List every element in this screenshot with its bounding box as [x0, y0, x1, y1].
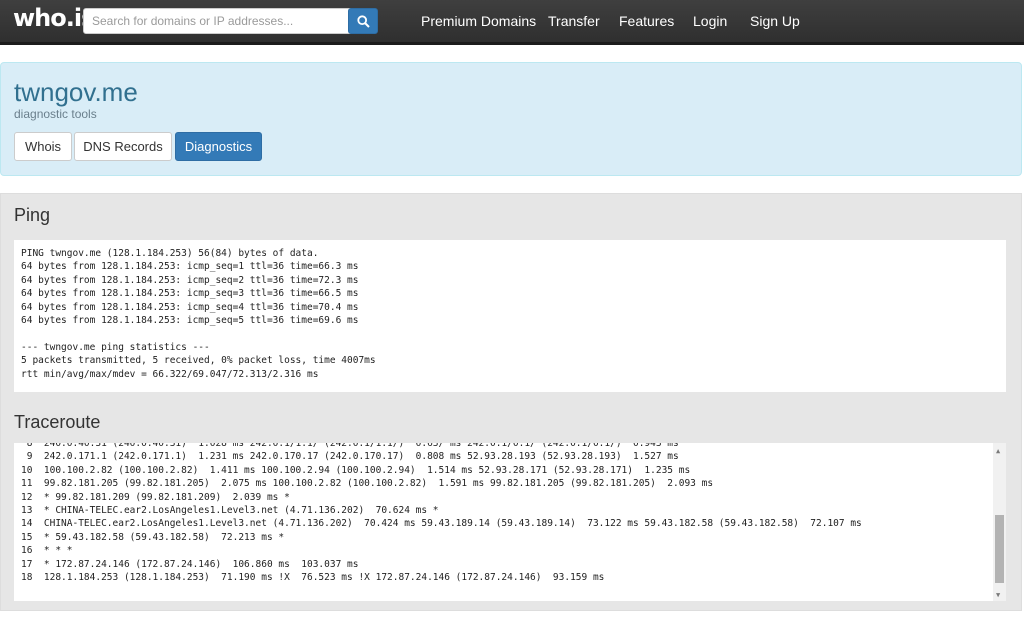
scroll-up-arrow-icon[interactable]: ▲	[996, 445, 1000, 458]
traceroute-output-line: 8 240.0.40.31 (240.0.40.31) 1.028 ms 242…	[21, 443, 679, 449]
traceroute-output-line: 11 99.82.181.205 (99.82.181.205) 2.075 m…	[21, 478, 714, 490]
traceroute-scrollbar[interactable]: ▲ ▼	[993, 443, 1006, 601]
ping-output-line: 64 bytes from 128.1.184.253: icmp_seq=3 …	[21, 288, 359, 300]
traceroute-heading: Traceroute	[14, 412, 101, 432]
nav-premium-domains[interactable]: Premium Domains	[421, 13, 536, 29]
nav-sign-up[interactable]: Sign Up	[750, 13, 800, 29]
scrollbar-thumb[interactable]	[995, 515, 1004, 583]
traceroute-output-lines: 8 240.0.40.31 (240.0.40.31) 1.028 ms 242…	[21, 443, 862, 584]
ping-output-line: 64 bytes from 128.1.184.253: icmp_seq=5 …	[21, 314, 359, 326]
traceroute-output-line: 14 CHINA-TELEC.ear2.LosAngeles1.Level3.n…	[21, 518, 862, 530]
traceroute-output-line: 13 * CHINA-TELEC.ear2.LosAngeles1.Level3…	[21, 504, 439, 516]
scroll-down-arrow-icon[interactable]: ▼	[996, 589, 1000, 601]
ping-output-line	[21, 327, 376, 340]
search-button[interactable]	[348, 8, 378, 34]
ping-heading: Ping	[14, 205, 51, 225]
nav-features[interactable]: Features	[619, 13, 674, 29]
diagnostics-results-panel: Ping PING twngov.me (128.1.184.253) 56(8…	[0, 193, 1022, 611]
ping-output-line: 64 bytes from 128.1.184.253: icmp_seq=2 …	[21, 274, 359, 286]
ping-output-line: 64 bytes from 128.1.184.253: icmp_seq=4 …	[21, 301, 359, 313]
domain-header-panel: twngov.me diagnostic tools Whois DNS Rec…	[0, 62, 1022, 176]
top-navbar: who.is Premium Domains Transfer Features…	[0, 0, 1024, 45]
nav-login[interactable]: Login	[693, 13, 727, 29]
domain-subtitle: diagnostic tools	[14, 107, 97, 121]
traceroute-output-line: 17 * 172.87.24.146 (172.87.24.146) 106.8…	[21, 558, 359, 570]
ping-output-line: --- twngov.me ping statistics ---	[21, 341, 210, 353]
tab-dns-records[interactable]: DNS Records	[74, 132, 172, 161]
nav-transfer[interactable]: Transfer	[548, 13, 600, 29]
tab-diagnostics[interactable]: Diagnostics	[175, 132, 262, 161]
ping-output-lines: PING twngov.me (128.1.184.253) 56(84) by…	[21, 247, 376, 381]
domain-title: twngov.me	[14, 77, 138, 107]
ping-output-line: 64 bytes from 128.1.184.253: icmp_seq=1 …	[21, 261, 359, 273]
traceroute-output-line: 16 * * *	[21, 545, 73, 557]
ping-output-line: rtt min/avg/max/mdev = 66.322/69.047/72.…	[21, 368, 319, 380]
traceroute-output-line: 10 100.100.2.82 (100.100.2.82) 1.411 ms …	[21, 464, 691, 476]
traceroute-output-line: 12 * 99.82.181.209 (99.82.181.209) 2.039…	[21, 491, 290, 503]
ping-output: PING twngov.me (128.1.184.253) 56(84) by…	[14, 240, 1006, 392]
ping-output-line: 5 packets transmitted, 5 received, 0% pa…	[21, 355, 376, 367]
ping-output-line: PING twngov.me (128.1.184.253) 56(84) by…	[21, 248, 319, 259]
tab-whois[interactable]: Whois	[14, 132, 72, 161]
traceroute-output[interactable]: 8 240.0.40.31 (240.0.40.31) 1.028 ms 242…	[14, 443, 1006, 601]
search-input[interactable]	[83, 8, 353, 34]
traceroute-output-line: 15 * 59.43.182.58 (59.43.182.58) 72.213 …	[21, 531, 285, 543]
search-icon	[357, 15, 370, 28]
traceroute-output-line: 18 128.1.184.253 (128.1.184.253) 71.190 …	[21, 571, 605, 583]
traceroute-output-line: 9 242.0.171.1 (242.0.171.1) 1.231 ms 242…	[21, 451, 679, 463]
